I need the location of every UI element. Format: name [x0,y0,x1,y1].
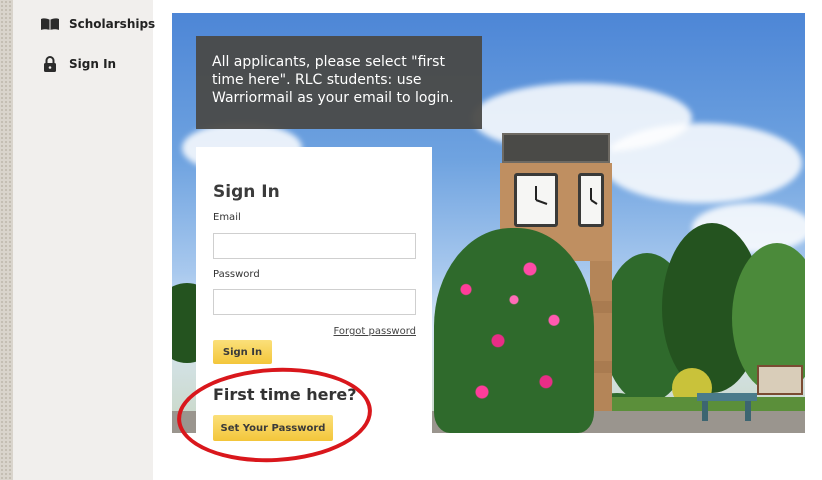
clock-face [514,173,558,227]
campus-sign [757,365,803,395]
sign-in-card: Sign In Email Password Forgot password S… [196,147,432,441]
padlock-icon [39,55,61,73]
sidebar: Scholarships Sign In [13,0,155,480]
dotted-edge-strip [0,0,13,480]
clock-face [578,173,604,227]
password-label: Password [213,269,260,280]
sidebar-item-scholarships[interactable]: Scholarships [39,15,155,33]
cloud [602,123,802,203]
sidebar-item-sign-in[interactable]: Sign In [39,55,116,73]
email-label: Email [213,212,241,223]
email-field[interactable] [213,233,416,259]
first-time-heading: First time here? [213,385,357,404]
open-book-icon [39,15,61,33]
password-field[interactable] [213,289,416,315]
info-banner: All applicants, please select "first tim… [196,36,482,129]
forgot-password-link[interactable]: Forgot password [334,326,417,337]
tower-roof [502,133,610,163]
set-your-password-button[interactable]: Set Your Password [213,415,333,441]
picnic-bench [697,393,757,401]
pink-flower-bush [434,228,594,433]
sidebar-item-label: Scholarships [69,17,156,31]
bench-leg [702,401,708,421]
sign-in-button[interactable]: Sign In [213,340,272,364]
sidebar-item-label: Sign In [69,57,117,71]
page-title: Sign In [213,182,280,202]
bench-leg [745,401,751,421]
